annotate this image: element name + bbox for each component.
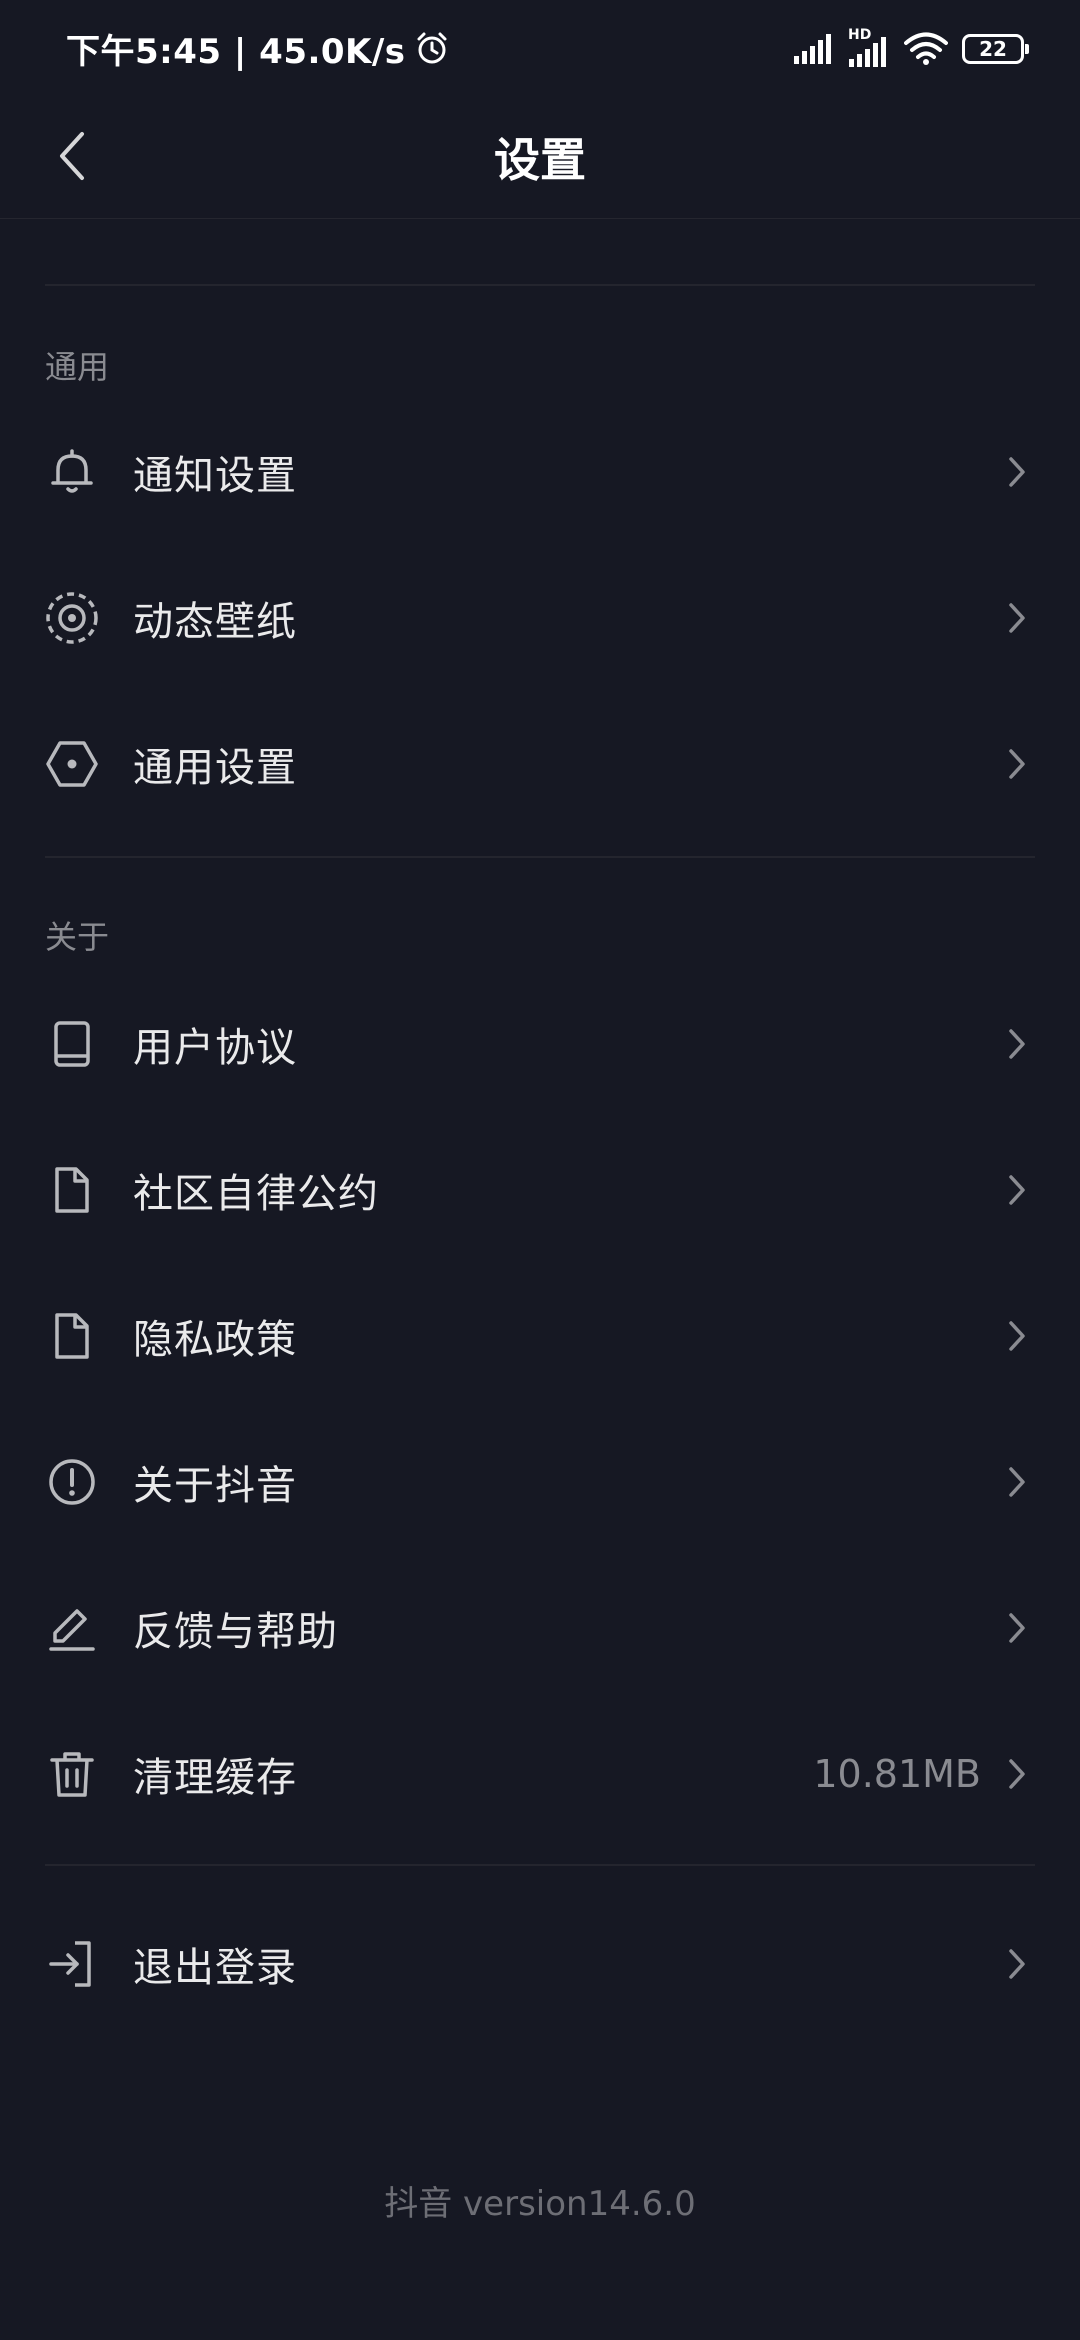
trash-icon [44,1746,100,1802]
settings-row-label: 动态壁纸 [133,599,297,645]
settings-row-general-settings[interactable]: 通用设置 [0,694,1080,834]
settings-row-about-douyin[interactable]: 关于抖音 [0,1412,1080,1552]
settings-row-feedback-help[interactable]: 反馈与帮助 [0,1558,1080,1698]
chevron-right-icon [1002,1754,1032,1794]
book-icon [44,1016,100,1072]
logout-icon [44,1936,100,1992]
page-title: 设置 [494,133,586,187]
bell-icon [44,444,100,500]
divider [45,284,1035,286]
settings-row-label: 退出登录 [133,1945,297,1991]
chevron-right-icon [1002,1462,1032,1502]
settings-row-label: 通知设置 [133,453,297,499]
alarm-icon [417,32,447,64]
document-icon [44,1308,100,1364]
status-time-text: 下午5:45 | 45.0K/s [66,31,406,72]
chevron-right-icon [1002,744,1032,784]
section-label-general: 通用 [45,348,110,386]
chevron-right-icon [1002,452,1032,492]
settings-row-privacy-policy[interactable]: 隐私政策 [0,1266,1080,1406]
chevron-right-icon [1002,1024,1032,1064]
settings-row-label: 通用设置 [133,745,297,791]
battery-indicator: 22 [962,34,1029,64]
chevron-right-icon [1002,1316,1032,1356]
settings-row-label: 反馈与帮助 [133,1609,338,1655]
settings-row-notifications[interactable]: 通知设置 [0,402,1080,542]
settings-row-user-agreement[interactable]: 用户协议 [0,974,1080,1114]
signal-hd-icon [849,37,886,67]
wifi-icon [904,32,948,65]
settings-row-logout[interactable]: 退出登录 [0,1894,1080,2034]
chevron-right-icon [1002,1608,1032,1648]
divider [45,856,1035,858]
divider [45,1864,1035,1866]
document-icon [44,1162,100,1218]
settings-row-dynamic-wallpaper[interactable]: 动态壁纸 [0,548,1080,688]
chevron-right-icon [1002,1170,1032,1210]
dynamic-wallpaper-icon [44,590,100,646]
settings-row-clear-cache[interactable]: 清理缓存 10.81MB [0,1704,1080,1844]
cache-size-value: 10.81MB [813,1752,981,1796]
settings-row-label: 关于抖音 [133,1463,297,1509]
status-time-speed: 下午5:45 | 45.0K/s [66,22,450,74]
info-circle-icon [44,1454,100,1510]
status-bar: 下午5:45 | 45.0K/s HD 22 [0,0,1080,96]
hd-signal: HD [848,27,890,67]
settings-row-label: 清理缓存 [133,1755,297,1801]
settings-row-label: 社区自律公约 [133,1171,379,1217]
app-version: 抖音 version14.6.0 [384,2184,696,2224]
battery-level: 22 [979,37,1007,61]
signal-icon [794,34,831,64]
settings-row-community-guidelines[interactable]: 社区自律公约 [0,1120,1080,1260]
section-label-about: 关于 [45,918,110,956]
pencil-icon [44,1600,100,1656]
status-indicators: HD 22 [794,24,1029,74]
chevron-right-icon [1002,598,1032,638]
settings-row-label: 隐私政策 [133,1317,297,1363]
navigation-header: 设置 [0,96,1080,219]
settings-row-label: 用户协议 [133,1025,297,1071]
hexagon-settings-icon [44,736,100,792]
chevron-right-icon [1002,1944,1032,1984]
